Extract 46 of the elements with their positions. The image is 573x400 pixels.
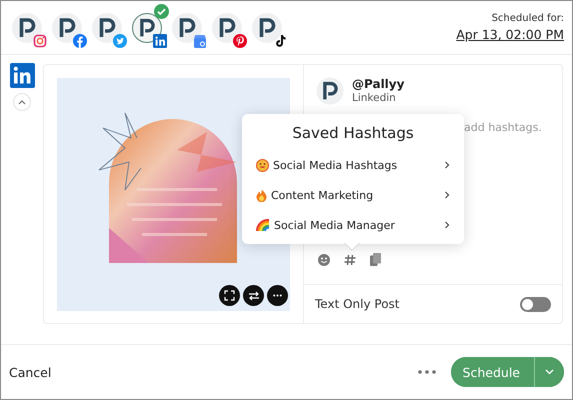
bird-badge-icon <box>113 34 127 48</box>
emoji-icon[interactable] <box>318 254 330 266</box>
collapse-button[interactable] <box>13 93 31 111</box>
hashtag-group-label: Social Media Hashtags <box>273 158 398 172</box>
hashtag-group-label: Social Media Manager <box>274 218 396 232</box>
popup-title: Saved Hashtags <box>291 124 415 142</box>
more-icon <box>273 294 282 297</box>
text-only-label: Text Only Post <box>315 297 400 311</box>
music-note-badge-icon <box>273 34 287 48</box>
account-avatar[interactable] <box>252 12 282 42</box>
pinterest-badge-icon <box>233 34 247 48</box>
facebook-badge-icon <box>73 34 87 48</box>
linkedin-badge-icon <box>153 34 167 48</box>
account-avatar[interactable] <box>52 12 82 42</box>
swap-arrows-icon <box>248 290 260 300</box>
hashtag-icon[interactable] <box>344 254 356 266</box>
store-badge-icon <box>193 34 207 48</box>
rainbow-icon <box>256 219 270 231</box>
chevron-right-icon <box>444 221 450 229</box>
cancel-button[interactable]: Cancel <box>9 364 52 380</box>
account-network: Linkedin <box>352 91 397 105</box>
account-name: @Pallyy <box>352 77 404 91</box>
linkedin-icon[interactable] <box>10 63 34 88</box>
hashtag-group-item[interactable]: Content Marketing <box>256 180 450 210</box>
schedule-label: Scheduled for: <box>492 13 564 24</box>
account-avatar <box>316 77 344 105</box>
chevron-up-icon <box>18 100 26 104</box>
smiley-icon <box>256 158 269 172</box>
text-only-toggle[interactable] <box>520 296 551 312</box>
chevron-right-icon <box>444 161 450 169</box>
chevron-down-icon <box>545 369 554 375</box>
account-avatar[interactable] <box>172 12 202 42</box>
account-avatar[interactable] <box>92 12 122 42</box>
fullscreen-icon <box>224 290 235 301</box>
more-options-icon[interactable] <box>418 370 436 374</box>
check-icon <box>154 4 169 18</box>
hashtag-group-label: Content Marketing <box>271 188 374 202</box>
camera-badge-icon <box>33 34 47 48</box>
account-avatar[interactable] <box>212 12 242 42</box>
hashtag-group-item[interactable]: Social Media Manager <box>256 210 450 240</box>
copy-icon[interactable] <box>370 253 381 266</box>
hashtag-group-item[interactable]: Social Media Hashtags <box>256 150 450 180</box>
flame-icon <box>256 188 267 202</box>
chevron-right-icon <box>444 191 450 199</box>
schedule-date-link[interactable]: Apr 13, 02:00 PM <box>456 27 564 42</box>
account-avatar[interactable] <box>12 12 42 42</box>
